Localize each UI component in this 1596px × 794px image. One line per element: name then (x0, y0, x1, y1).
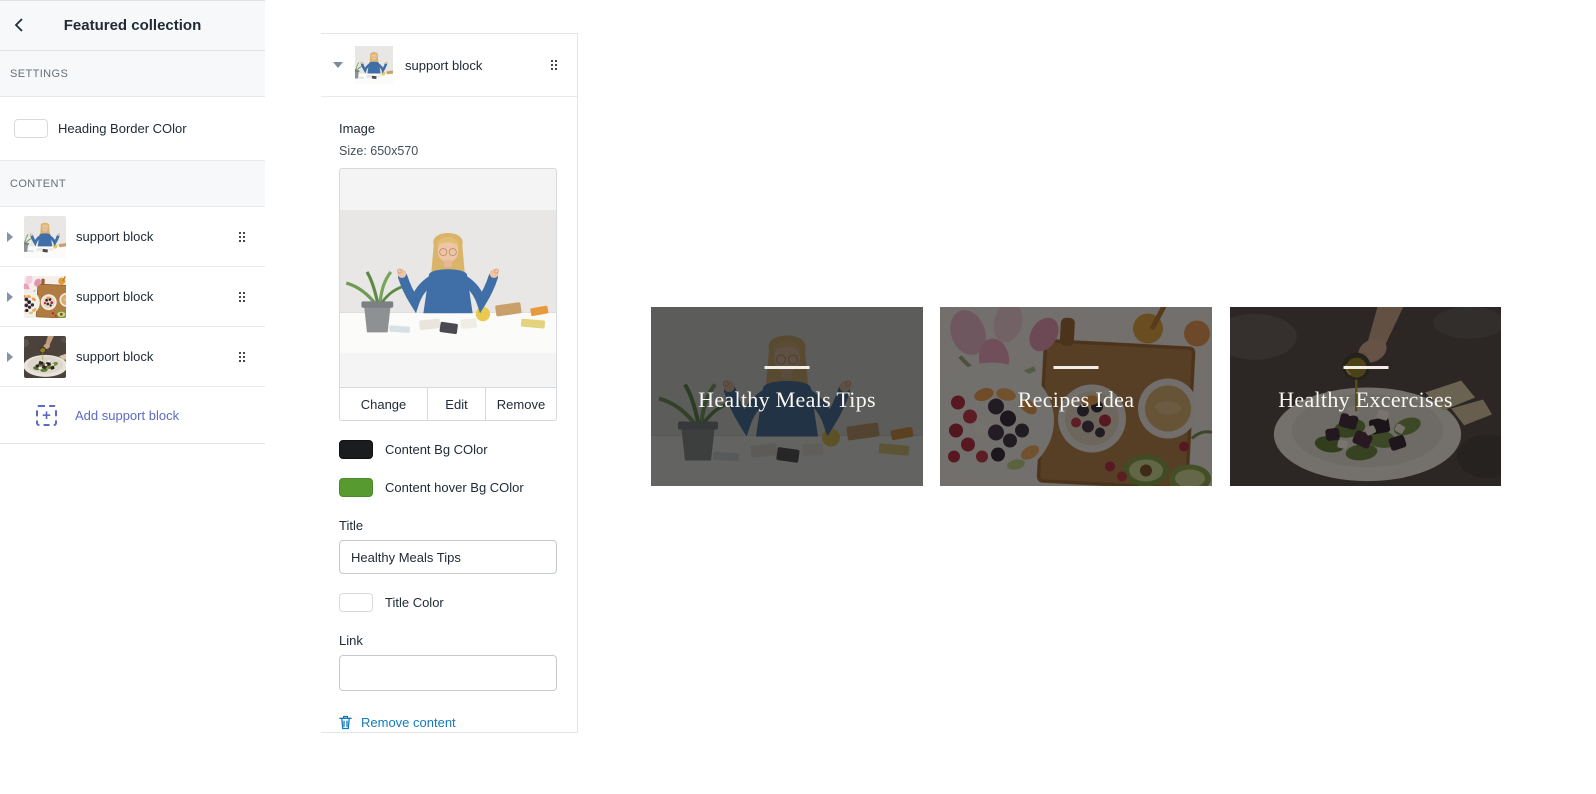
card-divider (1343, 366, 1388, 369)
change-image-button[interactable]: Change (340, 388, 428, 420)
content-block-row-1[interactable]: support block (0, 207, 265, 267)
block-label: support block (76, 349, 239, 364)
card-title: Healthy Excercises (1230, 387, 1501, 413)
link-input[interactable] (339, 655, 557, 691)
add-support-block-label: Add support block (75, 408, 179, 423)
page-title: Featured collection (0, 17, 265, 34)
card-title: Recipes Idea (940, 387, 1212, 413)
trash-icon (339, 715, 352, 730)
caret-down-icon[interactable] (333, 62, 343, 68)
drag-handle-icon[interactable] (239, 352, 245, 362)
block-thumbnail-meditating-woman (355, 46, 393, 84)
image-picker-widget: Change Edit Remove (339, 168, 557, 421)
block-settings-panel: support block Image Size: 650x570 Change… (321, 33, 578, 733)
content-section-label: CONTENT (10, 178, 66, 190)
title-color-label: Title Color (385, 595, 444, 610)
remove-content-label: Remove content (361, 715, 456, 730)
content-block-row-2[interactable]: support block (0, 267, 265, 327)
heading-border-color-setting[interactable]: Heading Border COlor (0, 97, 265, 161)
content-hover-bg-color-setting[interactable]: Content hover Bg COlor (339, 478, 557, 497)
section-sidebar: Featured collection SETTINGS Heading Bor… (0, 0, 265, 444)
image-field-label: Image (339, 121, 557, 136)
drag-handle-icon[interactable] (551, 60, 557, 70)
image-action-buttons: Change Edit Remove (340, 387, 556, 420)
content-hover-bg-color-label: Content hover Bg COlor (385, 480, 524, 495)
add-support-block-button[interactable]: + Add support block (0, 387, 265, 444)
sidebar-header: Featured collection (0, 1, 265, 51)
edit-image-button[interactable]: Edit (428, 388, 486, 420)
color-swatch[interactable] (14, 119, 48, 138)
image-preview (340, 169, 556, 387)
support-block-card-3[interactable]: Healthy Excercises (1230, 307, 1501, 486)
content-section-header: CONTENT (0, 161, 265, 207)
back-button[interactable] (10, 15, 30, 35)
support-block-card-1[interactable]: Healthy Meals Tips (651, 307, 923, 486)
block-label: support block (405, 58, 551, 73)
color-swatch[interactable] (339, 478, 373, 497)
heading-border-color-label: Heading Border COlor (58, 121, 187, 136)
block-thumbnail-meditating-woman (24, 216, 66, 258)
title-field-label: Title (339, 518, 557, 533)
content-bg-color-label: Content Bg COlor (385, 442, 488, 457)
color-swatch[interactable] (339, 440, 373, 459)
support-block-card-2[interactable]: Recipes Idea (940, 307, 1212, 486)
caret-right-icon[interactable] (7, 232, 13, 242)
chevron-left-icon (10, 15, 30, 35)
card-divider (1054, 366, 1099, 369)
dashed-plus-icon: + (36, 405, 57, 426)
content-block-row-3[interactable]: support block (0, 327, 265, 387)
image-size-text: Size: 650x570 (339, 144, 557, 158)
block-thumbnail-salad-plate (24, 336, 66, 378)
card-divider (765, 366, 810, 369)
caret-right-icon[interactable] (7, 292, 13, 302)
caret-right-icon[interactable] (7, 352, 13, 362)
settings-section-label: SETTINGS (10, 68, 68, 80)
title-color-setting[interactable]: Title Color (339, 593, 557, 612)
remove-content-button[interactable]: Remove content (339, 715, 557, 730)
remove-image-button[interactable]: Remove (486, 388, 556, 420)
link-field-label: Link (339, 633, 557, 648)
card-title: Healthy Meals Tips (651, 387, 923, 413)
block-panel-header[interactable]: support block (321, 34, 577, 97)
title-input[interactable] (339, 540, 557, 574)
block-thumbnail-fruit-platter (24, 276, 66, 318)
settings-section-header: SETTINGS (0, 51, 265, 97)
color-swatch[interactable] (339, 593, 373, 612)
content-bg-color-setting[interactable]: Content Bg COlor (339, 440, 557, 459)
drag-handle-icon[interactable] (239, 292, 245, 302)
drag-handle-icon[interactable] (239, 232, 245, 242)
block-label: support block (76, 229, 239, 244)
block-label: support block (76, 289, 239, 304)
